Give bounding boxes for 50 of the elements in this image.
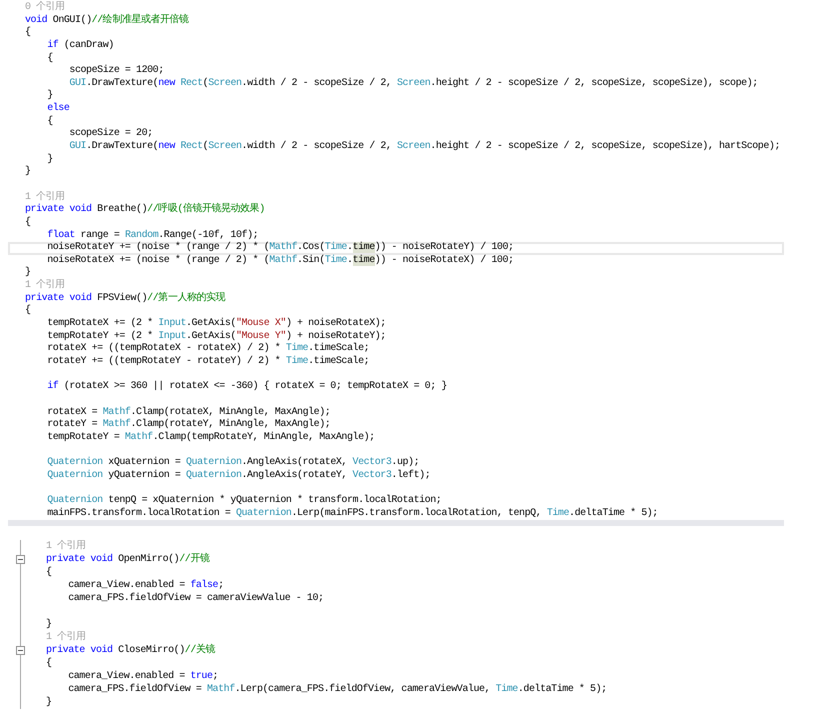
code-line: } (25, 166, 31, 179)
reference-count[interactable]: 1 个引用 (25, 280, 65, 293)
code-line: } (46, 618, 52, 632)
code-line: tempRotateY = Mathf.Clamp(tempRotateY, MinAngle, MaxAngle); (46, 432, 375, 444)
code-line: Quaternion tenpQ = xQuaternion * yQuaternion * transform.localRotation; (46, 494, 442, 508)
code-line: rotateY = Mathf.Clamp(rotateY, MinAngle, MaxAngle); (46, 419, 330, 432)
code-line: scopeSize = 20; (68, 128, 153, 140)
code-line: { (46, 116, 53, 128)
code-line: void OnGUI()//绘制准星或者开倍镜 (25, 14, 189, 26)
reference-count[interactable]: 1 个引用 (25, 192, 65, 204)
code-line: scopeSize = 1200; (68, 65, 164, 78)
code-line: } (46, 90, 53, 102)
code-line: private void CloseMirro()//关镜 (46, 644, 215, 658)
code-line: } (46, 696, 52, 710)
code-line: private void OpenMirro()//开镜 (46, 553, 210, 566)
code-line: else (46, 103, 70, 116)
code-line: { (46, 566, 52, 580)
collapse-icon[interactable] (16, 646, 25, 656)
reference-count[interactable]: 0 个引用 (25, 2, 65, 15)
code-line: tempRotateY += (2 * Input.GetAxis("Mouse Y") + noiseRotateY); (46, 330, 386, 342)
code-line: GUI.DrawTexture(new Rect(Screen.width / 2 - scopeSize / 2, Screen.height / 2 - scopeSize / 2, scopeSize, scopeSize), scope); (68, 78, 758, 90)
code-line: noiseRotateY += (noise * (range / 2) * (Mathf.Cos(Time.time)) - noiseRotateY) / 100; (46, 242, 514, 254)
code-line: } (46, 154, 53, 166)
code-line: rotateX = Mathf.Clamp(rotateX, MinAngle, MaxAngle); (46, 406, 330, 418)
code-line: { (46, 657, 52, 670)
code-line: if (rotateX >= 360 || rotateX <= -360) { rotateX = 0; tempRotateX = 0; } (46, 381, 447, 394)
code-line: Quaternion yQuaternion = Quaternion.AngleAxis(rotateY, Vector3.left); (46, 470, 430, 482)
code-line: rotateY += ((tempRotateY - rotateY) / 2) * Time.timeScale; (46, 356, 370, 369)
code-line: tempRotateX += (2 * Input.GetAxis("Mouse X") + noiseRotateX); (46, 318, 386, 330)
code-line: camera_FPS.fieldOfView = cameraViewValue - 10; (67, 592, 324, 606)
code-line: { (46, 52, 53, 66)
code-line: camera_FPS.fieldOfView = Mathf.Lerp(camera_FPS.fieldOfView, cameraViewValue, Time.deltaTime * 5); (67, 683, 607, 696)
reference-count[interactable]: 1 个引用 (46, 540, 86, 554)
code-line: float range = Random.Range(-10f, 10f); (46, 230, 258, 242)
code-line: { (25, 27, 31, 40)
code-line: if (canDraw) (46, 40, 114, 52)
code-line: mainFPS.transform.localRotation = Quaternion.Lerp(mainFPS.transform.localRotation, tenpQ, Time.deltaTime * 5); (46, 508, 658, 520)
reference-count[interactable]: 1 个引用 (46, 631, 86, 644)
code-line: } (25, 267, 31, 280)
code-line: camera_View.enabled = true; (67, 670, 218, 684)
code-line: GUI.DrawTexture(new Rect(Screen.width / 2 - scopeSize / 2, Screen.height / 2 - scopeSize / 2, scopeSize, scopeSize), hartScope); (68, 141, 780, 154)
code-line: { (25, 216, 31, 230)
code-line: camera_View.enabled = false; (67, 579, 224, 592)
collapse-icon[interactable] (16, 555, 25, 564)
code-line: noiseRotateX += (noise * (range / 2) * (Mathf.Sin(Time.time)) - noiseRotateX) / 100; (46, 254, 514, 268)
code-line: rotateX += ((tempRotateX - rotateX) / 2) * Time.timeScale; (46, 343, 370, 356)
code-line: { (25, 305, 31, 318)
code-line: Quaternion xQuaternion = Quaternion.AngleAxis(rotateX, Vector3.up); (46, 457, 420, 470)
code-line: private void Breathe()//呼吸(倍镜开镜晃动效果) (25, 204, 265, 216)
code-line: private void FPSView()//第一人称的实现 (25, 292, 226, 304)
